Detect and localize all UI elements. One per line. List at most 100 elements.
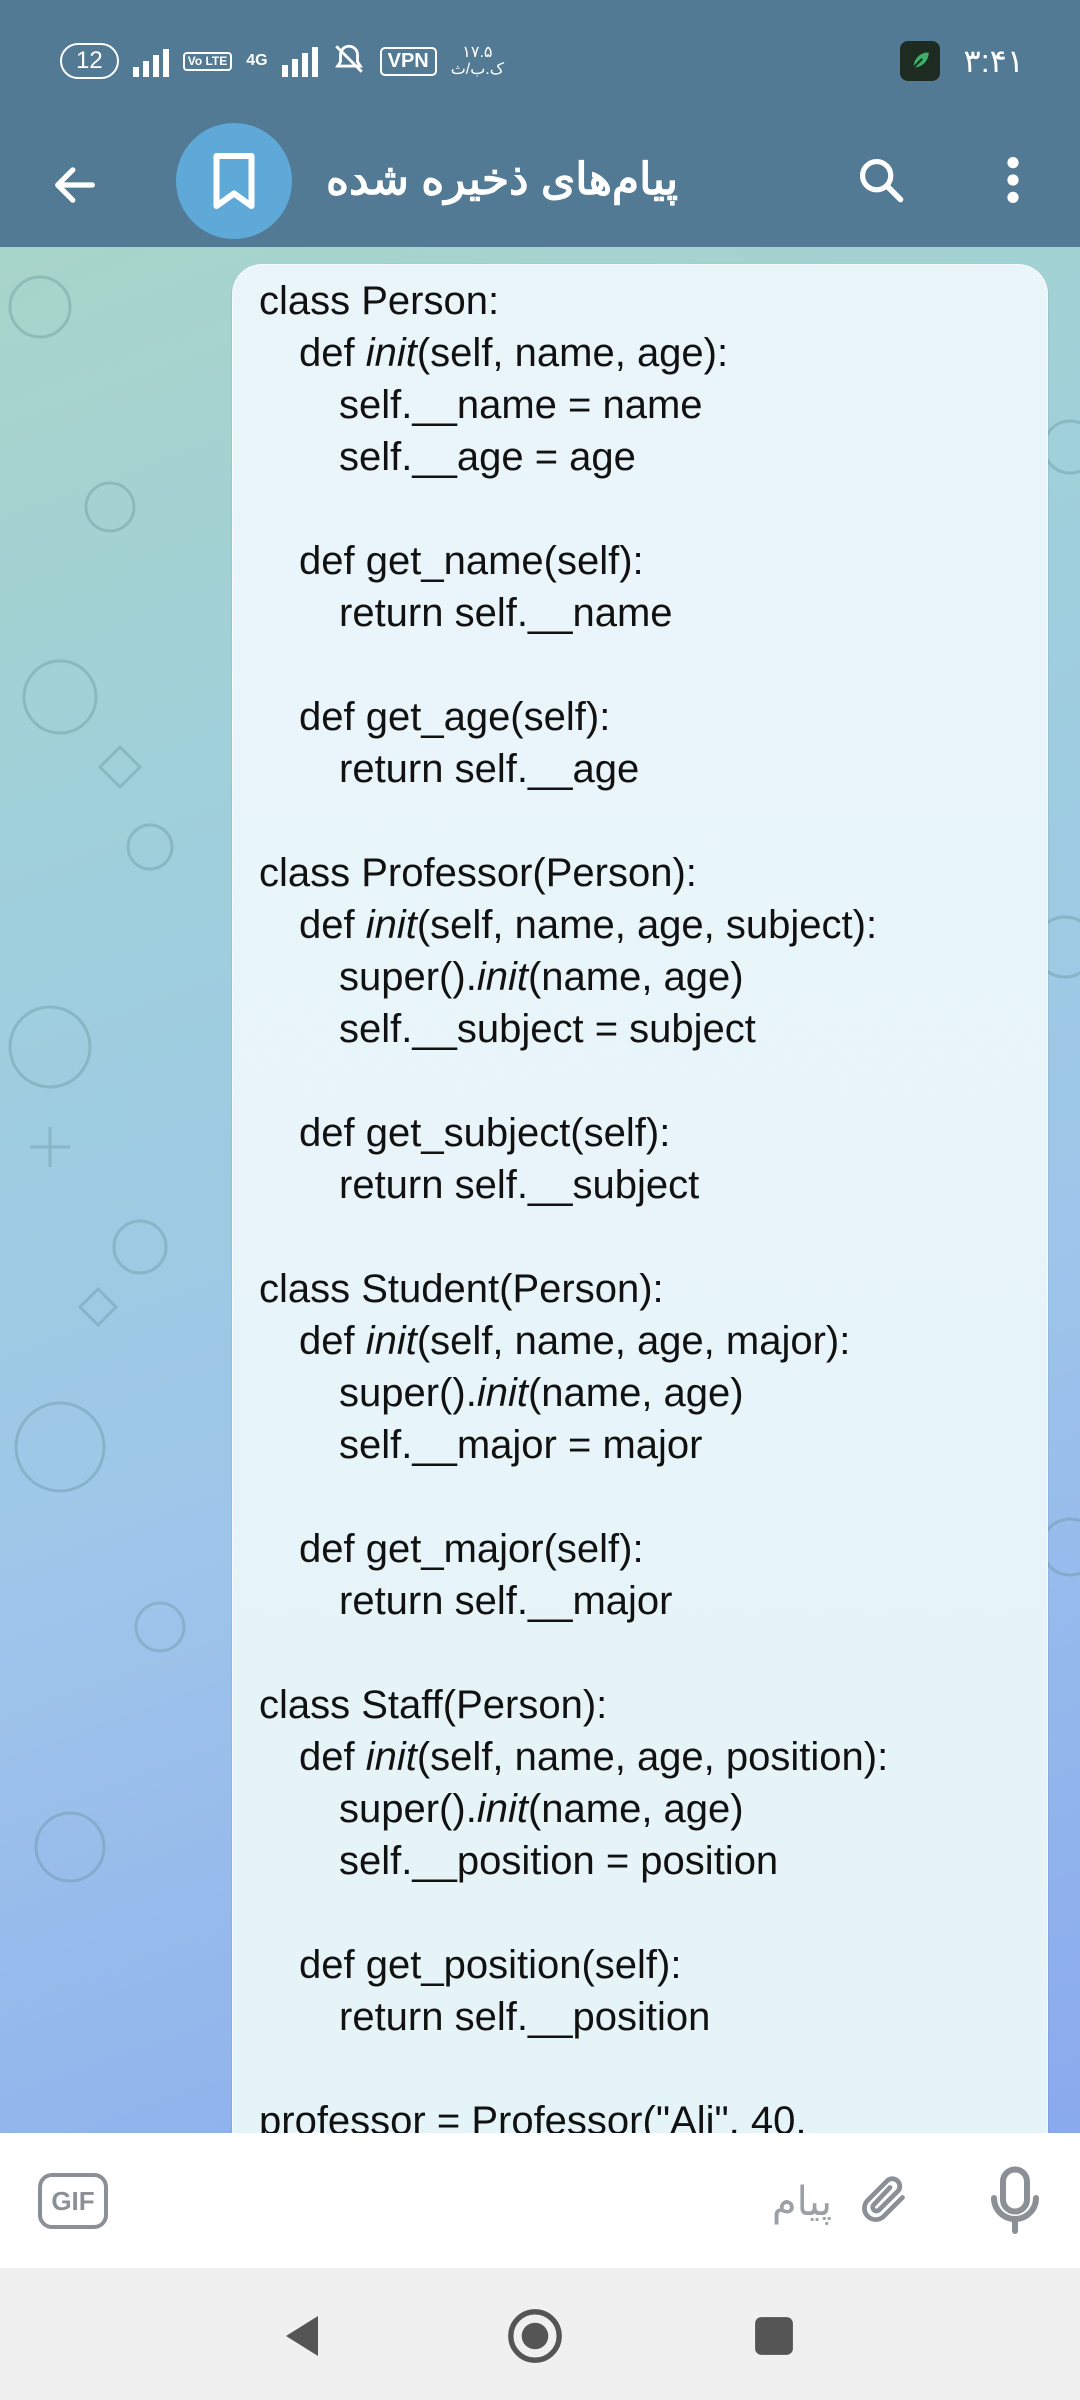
code-text: return self.__name bbox=[339, 591, 673, 635]
microphone-icon bbox=[991, 2166, 1039, 2234]
code-text: return self.__subject bbox=[339, 1163, 700, 1207]
4g-signal-icon: 4G bbox=[246, 53, 267, 69]
code-text: self.__subject = subject bbox=[339, 1007, 756, 1051]
code-text: professor = Professor("Ali", 40, bbox=[259, 2099, 807, 2133]
speed-unit: ک.ب/ث bbox=[450, 61, 505, 78]
code-text: def get_position(self): bbox=[299, 1943, 682, 1987]
avatar[interactable] bbox=[176, 123, 292, 239]
code-text: (name, age) bbox=[527, 955, 744, 999]
vpn-icon: VPN bbox=[379, 46, 437, 76]
code-italic-text: init bbox=[365, 331, 417, 375]
signal-bars-2-icon bbox=[281, 45, 318, 77]
code-line: return self.__position bbox=[259, 1991, 1039, 2043]
code-italic-text: init bbox=[365, 903, 417, 947]
code-text: def bbox=[299, 903, 366, 947]
code-line: professor = Professor("Ali", 40, bbox=[259, 2095, 1039, 2133]
code-line: return self.__name bbox=[259, 587, 1039, 639]
code-italic-text: init bbox=[476, 1371, 528, 1415]
network-type: 4G bbox=[246, 52, 268, 69]
code-italic-text: init bbox=[365, 1319, 417, 1363]
code-line: self.__subject = subject bbox=[259, 1003, 1039, 1055]
nav-back-button[interactable] bbox=[274, 2308, 330, 2364]
chat-header: پیام‌های ذخیره شده bbox=[0, 120, 1080, 247]
status-right: ۳:۴۱ bbox=[899, 36, 1024, 86]
code-line: def init(self, name, age, major): bbox=[259, 1315, 1039, 1367]
code-line: class Person: bbox=[259, 275, 1039, 327]
code-line: super().init(name, age) bbox=[259, 1783, 1039, 1835]
code-text: class Student(Person): bbox=[259, 1267, 664, 1311]
code-message-text: class Person: def init(self, name, age): s… bbox=[259, 275, 1039, 2133]
code-text: def get_name(self): bbox=[299, 539, 644, 583]
volte-icon: Vo LTE bbox=[182, 51, 233, 71]
voice-record-button[interactable] bbox=[980, 2163, 1050, 2239]
code-text: return self.__major bbox=[339, 1579, 673, 1623]
code-text: (self, name, age, subject): bbox=[416, 903, 878, 947]
nav-recents-button[interactable] bbox=[748, 2310, 800, 2362]
code-text: self.__position = position bbox=[339, 1839, 779, 1883]
code-line: def get_age(self): bbox=[259, 691, 1039, 743]
code-text: def get_subject(self): bbox=[299, 1111, 671, 1155]
code-text: class Staff(Person): bbox=[259, 1683, 608, 1727]
code-line: class Staff(Person): bbox=[259, 1679, 1039, 1731]
code-text: self.__major = major bbox=[339, 1423, 703, 1467]
attach-button[interactable] bbox=[850, 2165, 920, 2235]
bookmark-icon bbox=[213, 153, 255, 209]
code-text: def bbox=[299, 331, 366, 375]
nav-back-icon bbox=[286, 2316, 318, 2356]
nav-home-icon bbox=[508, 2309, 562, 2363]
nav-home-button[interactable] bbox=[505, 2306, 565, 2366]
code-text: def bbox=[299, 1319, 366, 1363]
code-text: (name, age) bbox=[527, 1787, 744, 1831]
chat-area[interactable]: class Person: def init(self, name, age): s… bbox=[0, 247, 1080, 2133]
code-line: return self.__subject bbox=[259, 1159, 1039, 1211]
code-text: super(). bbox=[339, 1371, 477, 1415]
code-text: def bbox=[299, 1735, 366, 1779]
search-icon bbox=[859, 158, 904, 203]
gif-button[interactable]: GIF bbox=[38, 2173, 108, 2229]
status-bar: 12 Vo LTE 4G VPN ۱۷.۵ ک.ب/ث ۳:۴۱ bbox=[0, 0, 1080, 120]
back-button[interactable] bbox=[40, 150, 110, 220]
clock: ۳:۴۱ bbox=[963, 43, 1024, 79]
code-line: self.__age = age bbox=[259, 431, 1039, 483]
code-italic-text: init bbox=[476, 955, 528, 999]
search-button[interactable] bbox=[846, 145, 916, 215]
more-vert-icon bbox=[1007, 157, 1019, 203]
code-line: def init(self, name, age, subject): bbox=[259, 899, 1039, 951]
code-text: self.__name = name bbox=[339, 383, 703, 427]
code-line: def init(self, name, age, position): bbox=[259, 1731, 1039, 1783]
code-line: self.__major = major bbox=[259, 1419, 1039, 1471]
code-line: def get_name(self): bbox=[259, 535, 1039, 587]
mute-bell-icon bbox=[332, 42, 366, 81]
code-line: self.__position = position bbox=[259, 1835, 1039, 1887]
code-text: return self.__age bbox=[339, 747, 640, 791]
app-notification-icon bbox=[899, 41, 940, 81]
chat-title[interactable]: پیام‌های ذخیره شده bbox=[326, 140, 678, 220]
code-line: return self.__age bbox=[259, 743, 1039, 795]
back-arrow-icon bbox=[55, 167, 95, 203]
code-line: def get_subject(self): bbox=[259, 1107, 1039, 1159]
code-text: (self, name, age, major): bbox=[416, 1319, 851, 1363]
battery-indicator: 12 bbox=[60, 43, 119, 79]
signal-bars-icon bbox=[132, 45, 169, 77]
more-options-button[interactable] bbox=[978, 145, 1048, 215]
message-input[interactable] bbox=[130, 2169, 834, 2235]
code-text: super(). bbox=[339, 1787, 477, 1831]
code-text: def get_age(self): bbox=[299, 695, 611, 739]
status-left: 12 Vo LTE 4G VPN ۱۷.۵ ک.ب/ث bbox=[60, 36, 504, 86]
code-text: (self, name, age): bbox=[416, 331, 729, 375]
code-text: (self, name, age, position): bbox=[416, 1735, 889, 1779]
code-line: super().init(name, age) bbox=[259, 1367, 1039, 1419]
message-input-bar: GIF bbox=[0, 2133, 1080, 2268]
code-text: class Professor(Person): bbox=[259, 851, 697, 895]
code-line: def get_major(self): bbox=[259, 1523, 1039, 1575]
code-line: class Student(Person): bbox=[259, 1263, 1039, 1315]
system-nav-bar bbox=[0, 2268, 1080, 2400]
code-text: super(). bbox=[339, 955, 477, 999]
network-speed: ۱۷.۵ ک.ب/ث bbox=[451, 44, 504, 78]
